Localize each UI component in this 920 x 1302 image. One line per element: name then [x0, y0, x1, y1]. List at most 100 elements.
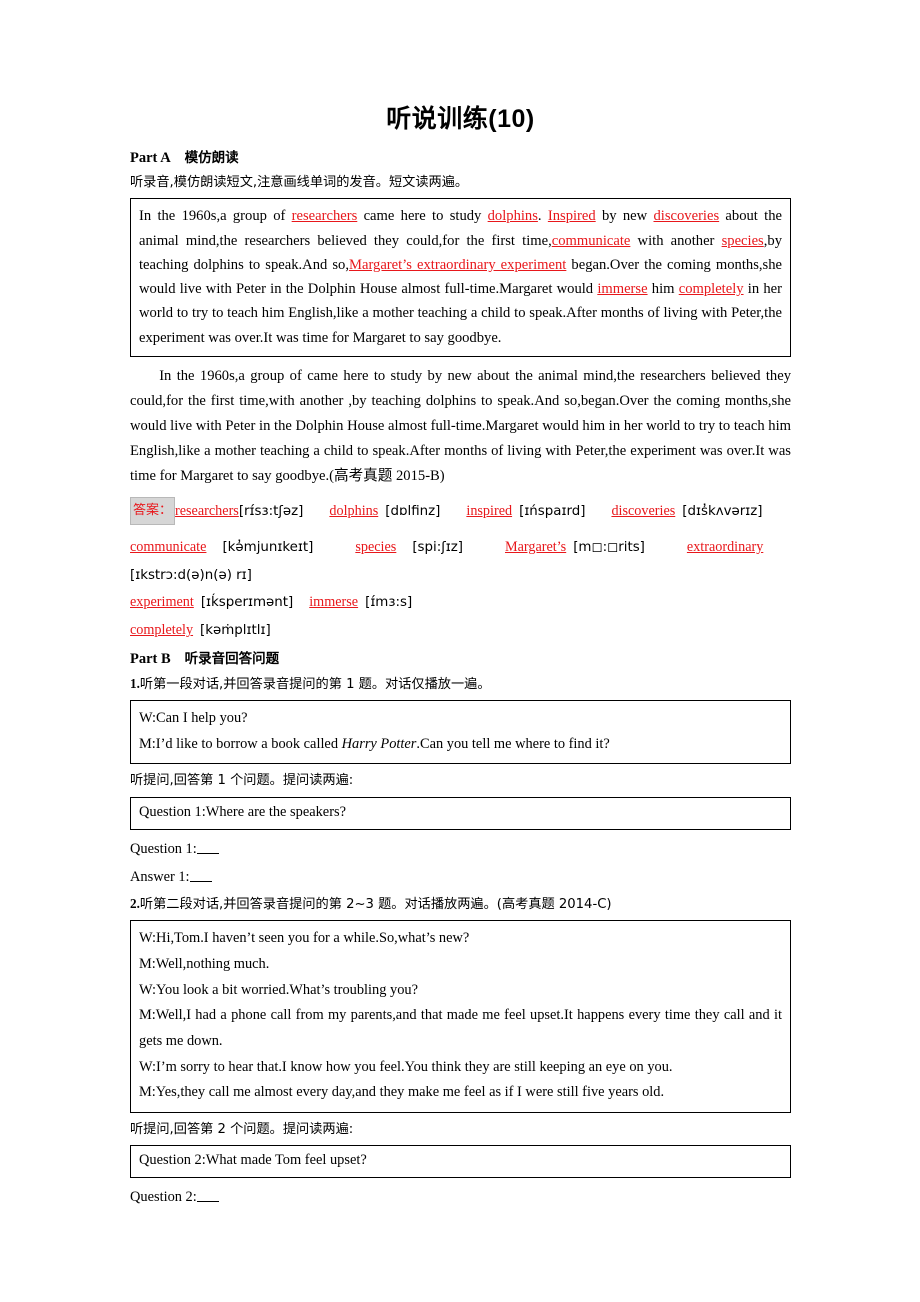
answer-line-2: communicate [kə̓mjunɪkeɪt] species [spi:ʃɪz… — [130, 534, 791, 562]
underlined-keyword: discoveries — [653, 208, 720, 225]
q1-listen-prompt: 听提问,回答第 1 个问题。提问读两遍: — [130, 773, 354, 789]
underlined-keyword: species — [721, 232, 764, 249]
answer-word: extraordinary — [686, 538, 764, 555]
answer-ipa: [kə̓mjunɪkeɪt] — [222, 539, 314, 555]
dialog-text: I’m sorry to hear that.I know how you fe… — [156, 1058, 673, 1075]
speaker-label: W: — [139, 930, 157, 947]
dialog-line: M:Well,nothing much. — [139, 952, 782, 978]
dialog-line: W:You look a bit worried.What’s troublin… — [139, 978, 782, 1004]
speaker-label: M: — [139, 735, 156, 752]
part-a-instruction: 听录音,模仿朗读短文,注意画线单词的发音。短文读两遍。 — [130, 175, 469, 191]
answer-word: discoveries — [611, 503, 676, 520]
passage-text: In the 1960s,a group of researchers came… — [139, 204, 782, 349]
dialog-line: W:Can I help you? — [139, 706, 782, 732]
q1-instruction: 1.听第一段对话,并回答录音提问的第 1 题。对话仅播放一遍。 — [130, 674, 791, 695]
blank-passage-text: In the 1960s,a group of came here to stu… — [130, 367, 791, 485]
q1-answer-field-question: Question 1: — [130, 837, 791, 862]
book-title: Harry Potter — [341, 735, 417, 752]
q1-instruction-text: 听第一段对话,并回答录音提问的第 1 题。对话仅播放一遍。 — [139, 676, 491, 692]
dialog-text: Can I help you? — [156, 710, 248, 727]
answer-block: 答案： researchers[rɪ́sɜ:tʃəz] dolphins [dɒlfi… — [130, 497, 791, 644]
answer-ipa: [dɒlfinz] — [385, 504, 441, 520]
dialog-line: W:Hi,Tom.I haven’t seen you for a while.… — [139, 926, 782, 952]
underlined-keyword: Margaret’s extraordinary experiment — [348, 256, 567, 273]
dialog-text: Yes,they call me almost every day,and th… — [155, 1084, 665, 1101]
q1-answer-blank[interactable] — [189, 868, 212, 883]
q2-question-label: Question 2: — [130, 1189, 197, 1206]
answer-line-5: completely [kəṁplɪtlɪ] — [130, 617, 791, 645]
dialog-line: M:Well,I had a phone call from my parent… — [139, 1003, 782, 1054]
answer-word: dolphins — [329, 503, 379, 520]
q2-dialog-box: W:Hi,Tom.I haven’t seen you for a while.… — [130, 920, 791, 1113]
q2-answer-field-question: Question 2: — [130, 1185, 791, 1210]
answer-line-3: [ɪkstrɔ:d(ə)n(ə) rɪ] — [130, 562, 791, 590]
answer-line-4: experiment [ɪḱsperɪmənt] immerse [ɪ́mɜ:s] — [130, 589, 791, 617]
underlined-keyword: completely — [678, 281, 744, 298]
answer-ipa: [ɪḱsperɪmənt] — [200, 595, 294, 611]
part-b-label: Part B — [130, 650, 171, 667]
speaker-label: M: — [139, 1084, 156, 1101]
dialog-text-tail: .Can you tell me where to find it? — [416, 735, 610, 752]
answer-ipa: [dɪs̓kʌvərɪz] — [682, 504, 763, 520]
q1-dialog-box: W:Can I help you? M:I’d like to borrow a… — [130, 700, 791, 765]
speaker-label: W: — [139, 1058, 157, 1075]
dialog-text: Well,I had a phone call from my parents,… — [139, 1007, 782, 1050]
part-a-heading: Part A 模仿朗读 — [130, 148, 791, 169]
dialog-text: Hi,Tom.I haven’t seen you for a while.So… — [156, 930, 470, 947]
part-a-zh-label: 模仿朗读 — [184, 150, 239, 166]
dialog-line: M:Yes,they call me almost every day,and … — [139, 1080, 782, 1106]
part-b-heading: Part B 听录音回答问题 — [130, 649, 791, 670]
answer-word: communicate — [130, 538, 207, 555]
answer-tag: 答案： — [130, 497, 176, 525]
q1-instruction-number: 1. — [130, 675, 140, 691]
answer-ipa: [ɪkstrɔ:d(ə)n(ə) rɪ] — [130, 567, 252, 583]
passage-run: . — [537, 208, 548, 225]
page-title: 听说训练(10) — [386, 105, 535, 133]
q1-question-box: Question 1:Where are the speakers? — [130, 796, 791, 830]
answer-word: completely — [130, 622, 194, 638]
underlined-keyword: communicate — [551, 232, 631, 249]
passage-run: by new — [595, 208, 654, 225]
q2-listen-prompt: 听提问,回答第 2 个问题。提问读两遍: — [130, 1121, 354, 1137]
answer-word: inspired — [466, 503, 513, 520]
answer-word: immerse — [309, 594, 359, 611]
part-a-label: Part A — [130, 150, 171, 166]
answer-ipa: [rɪ́sɜ:tʃəz] — [238, 504, 304, 520]
q2-question-blank[interactable] — [196, 1187, 219, 1203]
underlined-keyword: immerse — [597, 281, 648, 298]
passage-run: him — [647, 281, 679, 298]
underlined-keyword: dolphins — [487, 208, 538, 225]
q2-question-box: Question 2:What made Tom feel upset? — [130, 1145, 791, 1179]
answer-ipa: [ɪńspaɪrd] — [519, 504, 586, 520]
passage-run: came here to study — [357, 208, 488, 225]
passage-run: In the 1960s,a group of — [139, 208, 292, 225]
speaker-label: W: — [139, 710, 157, 727]
answer-word: species — [355, 538, 397, 555]
answer-word: researchers — [175, 503, 239, 520]
answer-ipa: [ɪ́mɜ:s] — [365, 595, 413, 611]
dialog-text: Well,nothing much. — [155, 956, 270, 973]
dialog-line: M:I’d like to borrow a book called Harry… — [139, 732, 782, 758]
document-page: 听说训练(10) Part A 模仿朗读 听录音,模仿朗读短文,注意画线单词的发音… — [0, 0, 920, 1302]
answer-line-1: 答案： researchers[rɪ́sɜ:tʃəz] dolphins [dɒlfi… — [130, 497, 791, 526]
dialog-text: I’d like to borrow a book called — [155, 735, 342, 752]
answer-word: experiment — [130, 594, 194, 611]
q2-instruction-text: 听第二段对话,并回答录音提问的第 2~3 题。对话播放两遍。(高考真题 2014… — [139, 897, 612, 913]
q1-answer-label: Answer 1: — [130, 869, 190, 886]
q1-question-blank[interactable] — [196, 839, 219, 854]
dialog-line: W:I’m sorry to hear that.I know how you … — [139, 1055, 782, 1081]
q2-instruction-number: 2. — [130, 896, 140, 912]
answer-ipa: [spi:ʃɪz] — [412, 539, 463, 555]
part-b-zh-label: 听录音回答问题 — [184, 650, 280, 667]
answer-word: Margaret’s — [505, 538, 567, 555]
passage-box: In the 1960s,a group of researchers came… — [130, 198, 791, 357]
answer-ipa: [kəṁplɪtlɪ] — [200, 623, 271, 638]
q1-answer-field-answer: Answer 1: — [130, 865, 791, 890]
dialog-text: You look a bit worried.What’s troubling … — [156, 981, 418, 998]
answer-ipa: [m◻:◻rits] — [573, 539, 645, 555]
passage-run: with another — [630, 232, 722, 249]
q1-question-label: Question 1: — [130, 840, 197, 857]
underlined-keyword: researchers — [291, 208, 358, 225]
q2-instruction: 2.听第二段对话,并回答录音提问的第 2~3 题。对话播放两遍。(高考真题 20… — [130, 894, 791, 915]
speaker-label: M: — [139, 1007, 156, 1024]
